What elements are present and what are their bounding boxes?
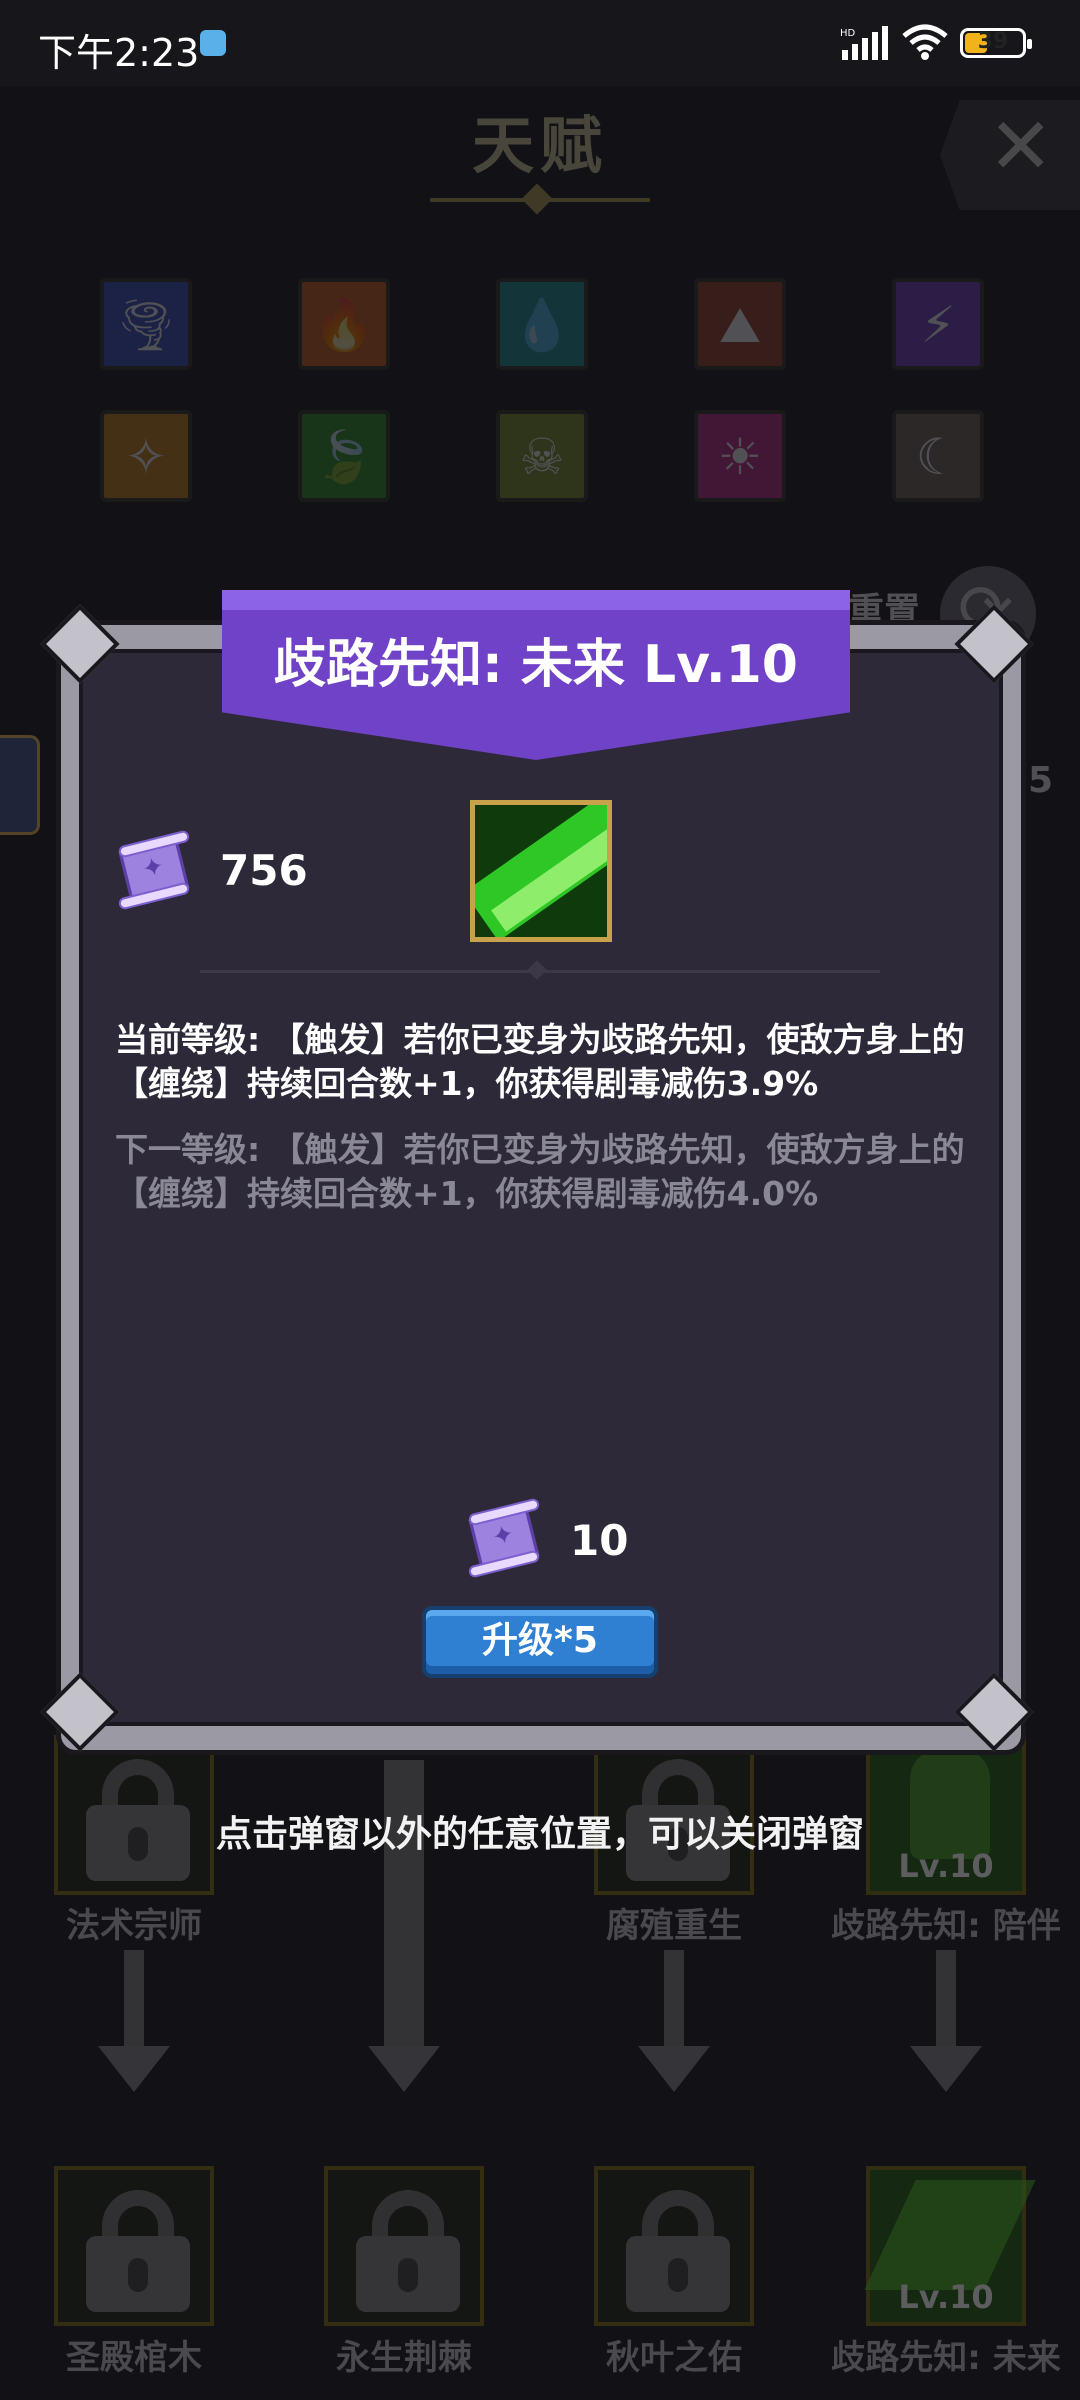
battery-icon: 39 — [960, 28, 1032, 58]
signal-icon: HD — [840, 26, 888, 60]
wifi-icon — [902, 24, 948, 60]
scroll-cost-icon — [464, 1497, 544, 1579]
modal-title: 歧路先知: 未来 Lv.10 — [274, 635, 798, 695]
battery-level: 39 — [977, 29, 1009, 54]
title-banner-highlight — [222, 590, 850, 610]
status-time: 下午2:23 — [38, 31, 200, 75]
next-level-description: 下一等级: 【触发】若你已变身为歧路先知，使敌方身上的【缠绕】持续回合数+1，你… — [115, 1130, 965, 1213]
status-bar: 下午2:23 HD 39 — [0, 0, 1080, 86]
current-level-description: 当前等级: 【触发】若你已变身为歧路先知，使敌方身上的【缠绕】持续回合数+1，你… — [115, 1020, 965, 1103]
divider — [200, 970, 880, 973]
close-hint: 点击弹窗以外的任意位置，可以关闭弹窗 — [215, 1814, 864, 1855]
skill-icon — [470, 800, 612, 942]
scroll-icon — [114, 829, 194, 911]
network-type-text: HD — [840, 28, 856, 39]
upgrade-cost: 10 — [570, 1516, 629, 1565]
owned-scroll-count: 756 — [220, 846, 308, 895]
upgrade-button[interactable]: 升级*5 — [422, 1606, 658, 1678]
app-notification-icon — [200, 30, 226, 56]
